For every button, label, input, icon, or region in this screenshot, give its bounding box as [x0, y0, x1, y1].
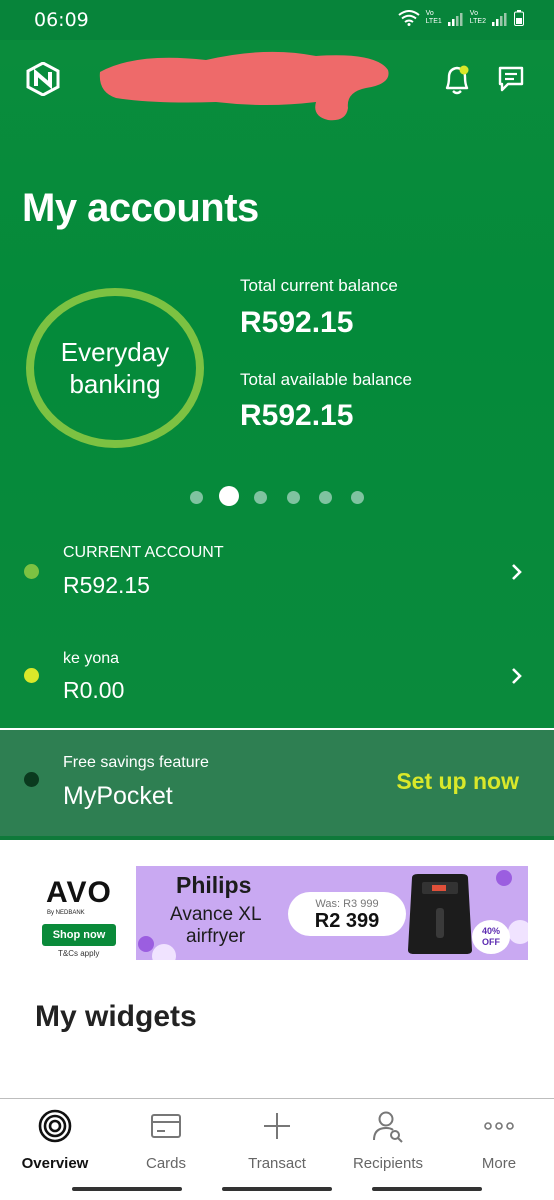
total-available-balance-label: Total available balance	[240, 370, 413, 389]
ring-label: Everyday banking	[60, 337, 170, 399]
tab-recipients[interactable]: Recipients	[333, 1099, 443, 1179]
sim2-indicator: Vo LTE2	[470, 10, 486, 26]
sim2-label: LTE2	[469, 18, 486, 25]
was-price: Was: R3 999	[315, 898, 379, 910]
tab-cards[interactable]: Cards	[111, 1099, 221, 1179]
carousel-dot[interactable]	[287, 491, 300, 504]
tab-more[interactable]: More	[444, 1099, 554, 1179]
account-dot	[24, 668, 39, 683]
chat-icon[interactable]	[496, 64, 526, 94]
gesture-bar	[372, 1187, 482, 1191]
card-icon	[151, 1114, 181, 1138]
carousel-indicator	[0, 486, 554, 508]
mypocket-promo[interactable]: Free savings feature MyPocket Set up now	[0, 730, 554, 836]
product-brand: Philips	[176, 872, 252, 898]
discount-off: OFF	[482, 937, 500, 947]
accounts-hero: My accounts Everyday banking Total curre…	[0, 40, 554, 836]
pocket-dot	[24, 772, 39, 787]
nedbank-logo-icon[interactable]	[26, 62, 60, 96]
chevron-right-icon	[512, 668, 522, 684]
account-amount: R0.00	[63, 677, 125, 703]
price-pill: Was: R3 999 R2 399	[288, 892, 406, 936]
battery-icon	[514, 10, 524, 26]
product-type: airfryer	[186, 926, 246, 947]
tab-overview[interactable]: Overview	[0, 1099, 110, 1179]
set-up-now-button[interactable]: Set up now	[396, 768, 519, 795]
sim1-indicator: Vo LTE1	[426, 10, 442, 26]
avo-logo: AVO	[46, 876, 112, 909]
ad-creative[interactable]: Philips Avance XL airfryer Was: R3 999 R…	[136, 866, 528, 960]
gesture-bar	[72, 1187, 182, 1191]
tab-transact[interactable]: Transact	[222, 1099, 332, 1179]
sim1-carrier: Vo	[425, 10, 434, 17]
widgets-title: My widgets	[35, 1000, 197, 1033]
bell-icon[interactable]	[440, 62, 474, 98]
carousel-dot[interactable]	[254, 491, 267, 504]
account-row-current[interactable]: CURRENT ACCOUNT R592.15	[0, 536, 554, 616]
status-bar: 06:09 Vo LTE1 Vo LTE2	[0, 0, 554, 40]
terms-text: T&Cs apply	[58, 949, 100, 958]
tab-label: Overview	[21, 1155, 89, 1172]
now-price: R2 399	[314, 910, 380, 932]
total-available-balance-value: R592.15	[240, 399, 354, 432]
signal-icon	[447, 13, 463, 26]
tab-label: Cards	[145, 1155, 186, 1172]
account-name: ke yona	[63, 650, 120, 667]
total-current-balance-value: R592.15	[240, 306, 354, 339]
signal-icon	[492, 13, 507, 26]
status-time: 06:09	[34, 9, 89, 31]
chevron-right-icon	[512, 564, 522, 580]
carousel-dot[interactable]	[351, 491, 364, 504]
carousel-dot-active[interactable]	[219, 486, 239, 506]
bottom-navigation: Overview Cards Transact Recipients More	[0, 1098, 554, 1200]
tab-label: Transact	[248, 1155, 306, 1172]
product-model: Avance XL	[170, 904, 262, 925]
top-bar	[0, 40, 554, 121]
overview-icon	[38, 1109, 72, 1143]
redacted-username	[99, 51, 389, 121]
total-current-balance-label: Total current balance	[240, 276, 398, 295]
tab-label: Recipients	[352, 1155, 424, 1172]
discount-pct: 40%	[481, 926, 500, 936]
recipients-icon	[373, 1111, 403, 1143]
divider	[0, 836, 554, 840]
carousel-dot[interactable]	[190, 491, 203, 504]
discount-badge: 40% OFF	[472, 920, 510, 954]
everyday-banking-ring[interactable]: Everyday banking	[26, 288, 204, 448]
avo-logo-block: AVO By NEDBANK Shop now T&Cs apply	[38, 872, 134, 960]
avo-ad-banner[interactable]: AVO By NEDBANK Shop now T&Cs apply Phili…	[0, 866, 554, 960]
system-icons: Vo LTE1 Vo LTE2	[397, 10, 524, 26]
gesture-bar	[222, 1187, 332, 1191]
shop-now-button[interactable]: Shop now	[42, 924, 116, 946]
carousel-dot[interactable]	[319, 491, 332, 504]
tab-label: More	[481, 1155, 517, 1172]
sim1-label: LTE1	[425, 18, 442, 25]
page-title: My accounts	[22, 186, 259, 230]
more-icon	[484, 1122, 514, 1130]
account-row-ke-yona[interactable]: ke yona R0.00	[0, 640, 554, 720]
account-amount: R592.15	[63, 572, 150, 598]
sim2-carrier: Vo	[469, 10, 478, 17]
plus-icon	[264, 1113, 290, 1139]
avo-sub: By NEDBANK	[47, 910, 85, 916]
pocket-name: MyPocket	[63, 782, 173, 810]
pocket-label: Free savings feature	[63, 754, 209, 771]
account-dot	[24, 564, 39, 579]
airfryer-image	[408, 874, 472, 954]
wifi-icon	[397, 10, 420, 26]
account-name: CURRENT ACCOUNT	[63, 544, 224, 561]
